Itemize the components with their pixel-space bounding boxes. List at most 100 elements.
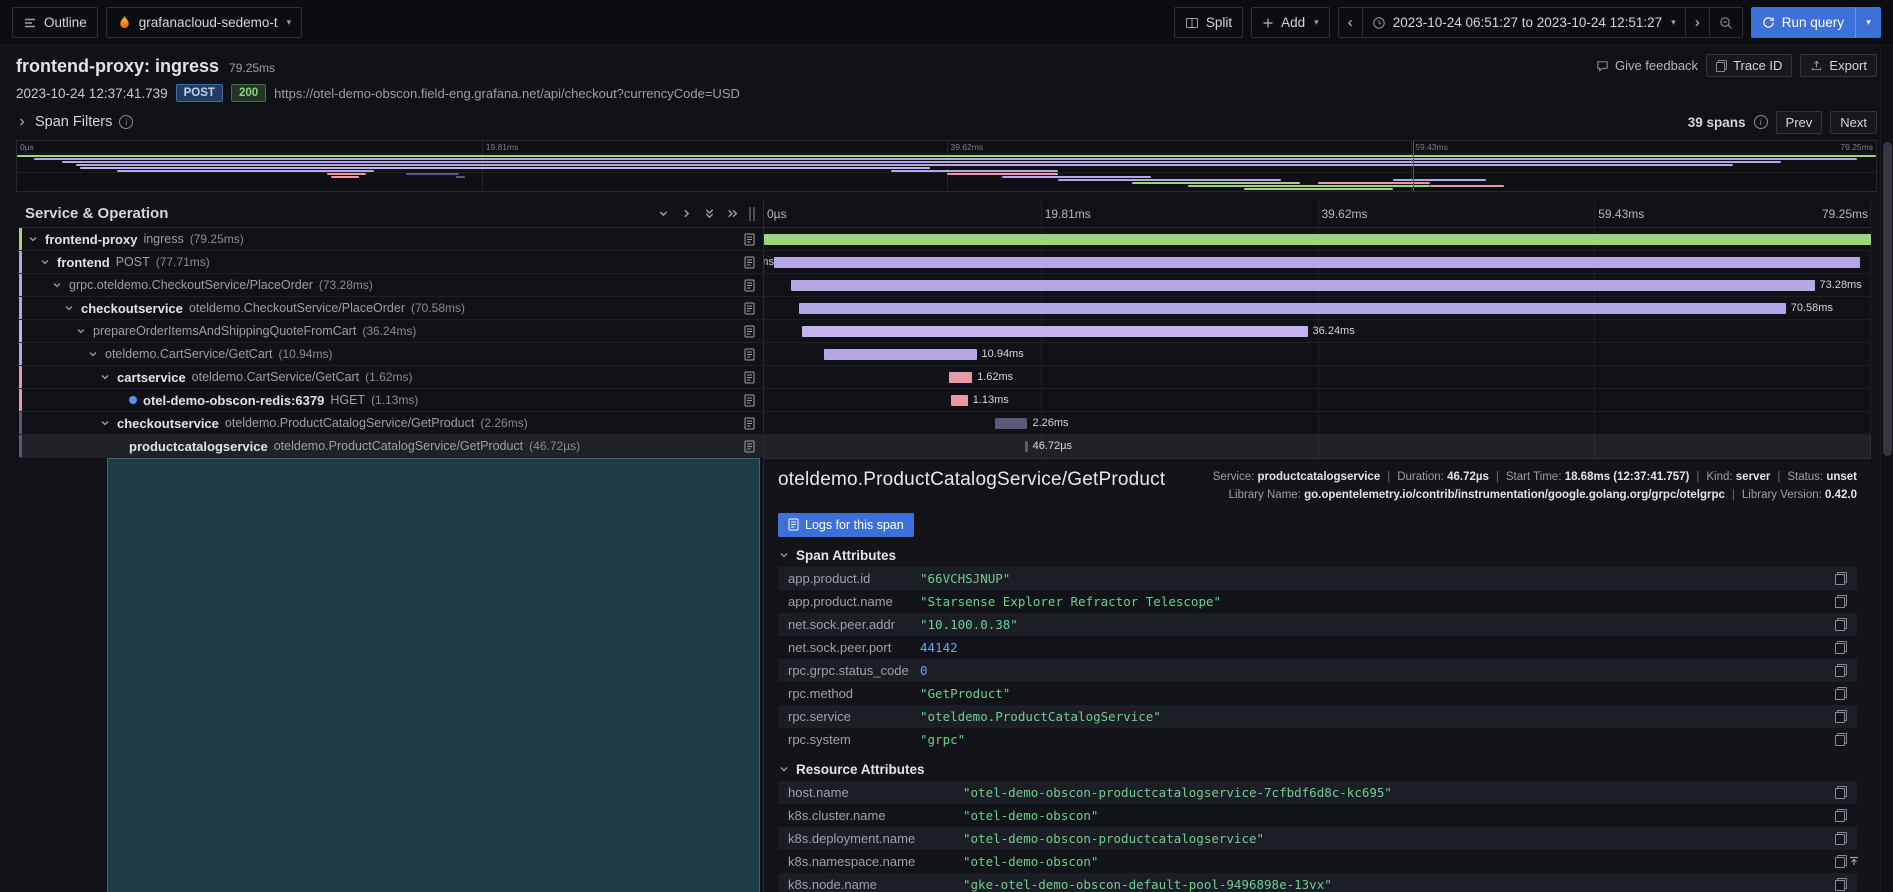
- span-row[interactable]: checkoutserviceoteldemo.ProductCatalogSe…: [19, 412, 1871, 435]
- span-attributes-header[interactable]: Span Attributes: [778, 548, 1857, 563]
- span-row[interactable]: checkoutserviceoteldemo.CheckoutService/…: [19, 297, 1871, 320]
- span-bar[interactable]: [951, 395, 968, 406]
- copy-icon[interactable]: [1835, 641, 1847, 654]
- span-bar[interactable]: [995, 418, 1027, 429]
- copy-icon[interactable]: [1835, 733, 1847, 746]
- trace-id-button[interactable]: Trace ID: [1706, 54, 1792, 77]
- trace-minimap[interactable]: 0µs19.81ms39.62ms59.43ms79.25ms: [16, 140, 1877, 192]
- copy-icon[interactable]: [1835, 855, 1847, 868]
- copy-icon[interactable]: [1835, 878, 1847, 891]
- span-detail-icon[interactable]: [744, 371, 755, 384]
- span-detail-icon[interactable]: [744, 440, 755, 453]
- copy-icon[interactable]: [1835, 832, 1847, 845]
- span-bar[interactable]: [824, 349, 977, 360]
- span-row[interactable]: oteldemo.CartService/GetCart(10.94ms)10.…: [19, 343, 1871, 366]
- span-detail-icon[interactable]: [744, 325, 755, 338]
- span-name-cell[interactable]: oteldemo.CartService/GetCart(10.94ms): [19, 343, 764, 365]
- span-bar[interactable]: [802, 326, 1308, 337]
- chevron-down-icon[interactable]: [87, 348, 99, 360]
- scroll-to-top-button[interactable]: [1847, 854, 1861, 868]
- next-span-button[interactable]: Next: [1830, 111, 1877, 134]
- span-name-cell[interactable]: checkoutserviceoteldemo.ProductCatalogSe…: [19, 412, 764, 434]
- span-detail-icon[interactable]: [744, 256, 755, 269]
- span-row[interactable]: productcatalogserviceoteldemo.ProductCat…: [19, 435, 1871, 458]
- span-name-cell[interactable]: prepareOrderItemsAndShippingQuoteFromCar…: [19, 320, 764, 342]
- span-name-cell[interactable]: grpc.oteldemo.CheckoutService/PlaceOrder…: [19, 274, 764, 296]
- chevron-down-icon[interactable]: [99, 417, 111, 429]
- span-name-cell[interactable]: cartserviceoteldemo.CartService/GetCart(…: [19, 366, 764, 388]
- span-detail-icon[interactable]: [744, 233, 755, 246]
- expand-all-icon[interactable]: [726, 207, 739, 220]
- span-detail-icon[interactable]: [744, 348, 755, 361]
- span-bar[interactable]: [764, 234, 1871, 245]
- give-feedback-button[interactable]: Give feedback: [1596, 58, 1698, 73]
- span-row[interactable]: frontendPOST(77.71ms)77.71ms: [19, 251, 1871, 274]
- span-name-cell[interactable]: checkoutserviceoteldemo.CheckoutService/…: [19, 297, 764, 319]
- span-row[interactable]: frontend-proxyingress(79.25ms): [19, 228, 1871, 251]
- copy-icon[interactable]: [1835, 786, 1847, 799]
- export-button[interactable]: Export: [1800, 54, 1877, 77]
- copy-icon[interactable]: [1835, 572, 1847, 585]
- zoom-out-button[interactable]: [1709, 8, 1742, 37]
- span-row[interactable]: otel-demo-obscon-redis:6379HGET(1.13ms)1…: [19, 389, 1871, 412]
- scrollbar-thumb[interactable]: [1883, 142, 1892, 456]
- span-name-cell[interactable]: productcatalogserviceoteldemo.ProductCat…: [19, 435, 764, 457]
- add-button[interactable]: Add ▾: [1251, 7, 1330, 38]
- chevron-down-icon[interactable]: [63, 302, 75, 314]
- span-bar-cell[interactable]: 10.94ms: [764, 343, 1871, 365]
- split-button[interactable]: Split: [1174, 7, 1243, 38]
- copy-icon[interactable]: [1835, 664, 1847, 677]
- time-shift-forward-button[interactable]: ›: [1685, 8, 1709, 37]
- chevron-down-icon[interactable]: [99, 371, 111, 383]
- copy-icon[interactable]: [1835, 710, 1847, 723]
- span-bar-cell[interactable]: 1.13ms: [764, 389, 1871, 411]
- vertical-scrollbar[interactable]: [1880, 46, 1893, 892]
- span-name-cell[interactable]: frontendPOST(77.71ms): [19, 251, 764, 273]
- span-bar-cell[interactable]: 36.24ms: [764, 320, 1871, 342]
- span-bar[interactable]: [774, 257, 1860, 268]
- span-name-cell[interactable]: otel-demo-obscon-redis:6379HGET(1.13ms): [19, 389, 764, 411]
- copy-icon[interactable]: [1835, 687, 1847, 700]
- span-bar-cell[interactable]: 73.28ms: [764, 274, 1871, 296]
- expand-one-icon[interactable]: [680, 207, 693, 220]
- span-bar-cell[interactable]: [764, 228, 1871, 250]
- time-range-button[interactable]: 2023-10-24 06:51:27 to 2023-10-24 12:51:…: [1362, 8, 1685, 37]
- span-bar-cell[interactable]: 77.71ms: [764, 251, 1871, 273]
- span-name-cell[interactable]: frontend-proxyingress(79.25ms): [19, 228, 764, 250]
- column-resize-handle[interactable]: [749, 207, 755, 221]
- chevron-down-icon[interactable]: [27, 233, 39, 245]
- run-query-dropdown-button[interactable]: ▾: [1855, 7, 1881, 38]
- span-detail-icon[interactable]: [744, 417, 755, 430]
- logs-for-span-button[interactable]: Logs for this span: [778, 513, 914, 537]
- resource-attributes-header[interactable]: Resource Attributes: [778, 762, 1857, 777]
- chevron-down-icon[interactable]: [39, 256, 51, 268]
- copy-icon[interactable]: [1835, 809, 1847, 822]
- span-detail-icon[interactable]: [744, 394, 755, 407]
- run-query-button[interactable]: Run query: [1751, 7, 1855, 38]
- span-bar-cell[interactable]: 1.62ms: [764, 366, 1871, 388]
- prev-span-button[interactable]: Prev: [1776, 111, 1823, 134]
- outline-button[interactable]: Outline: [12, 7, 98, 38]
- time-shift-back-button[interactable]: ‹: [1339, 8, 1362, 37]
- span-bar-cell[interactable]: 2.26ms: [764, 412, 1871, 434]
- chevron-down-icon[interactable]: [51, 279, 63, 291]
- copy-icon[interactable]: [1835, 618, 1847, 631]
- span-row[interactable]: prepareOrderItemsAndShippingQuoteFromCar…: [19, 320, 1871, 343]
- span-row[interactable]: grpc.oteldemo.CheckoutService/PlaceOrder…: [19, 274, 1871, 297]
- span-row[interactable]: cartserviceoteldemo.CartService/GetCart(…: [19, 366, 1871, 389]
- collapse-all-icon[interactable]: [703, 207, 716, 220]
- span-bar-cell[interactable]: 70.58ms: [764, 297, 1871, 319]
- span-bar-cell[interactable]: 46.72µs: [764, 435, 1871, 457]
- collapse-one-icon[interactable]: [657, 207, 670, 220]
- span-bar[interactable]: [799, 303, 1785, 314]
- copy-icon[interactable]: [1835, 595, 1847, 608]
- span-detail-icon[interactable]: [744, 279, 755, 292]
- chevron-right-icon[interactable]: [16, 116, 28, 128]
- span-detail-icon[interactable]: [744, 302, 755, 315]
- span-bar[interactable]: [949, 372, 972, 383]
- span-bar[interactable]: [1025, 441, 1028, 452]
- chevron-down-icon[interactable]: [75, 325, 87, 337]
- span-filters-label[interactable]: Span Filters: [35, 114, 112, 130]
- datasource-picker[interactable]: grafanacloud-sedemo-t ▾: [106, 7, 302, 38]
- span-bar[interactable]: [791, 280, 1815, 291]
